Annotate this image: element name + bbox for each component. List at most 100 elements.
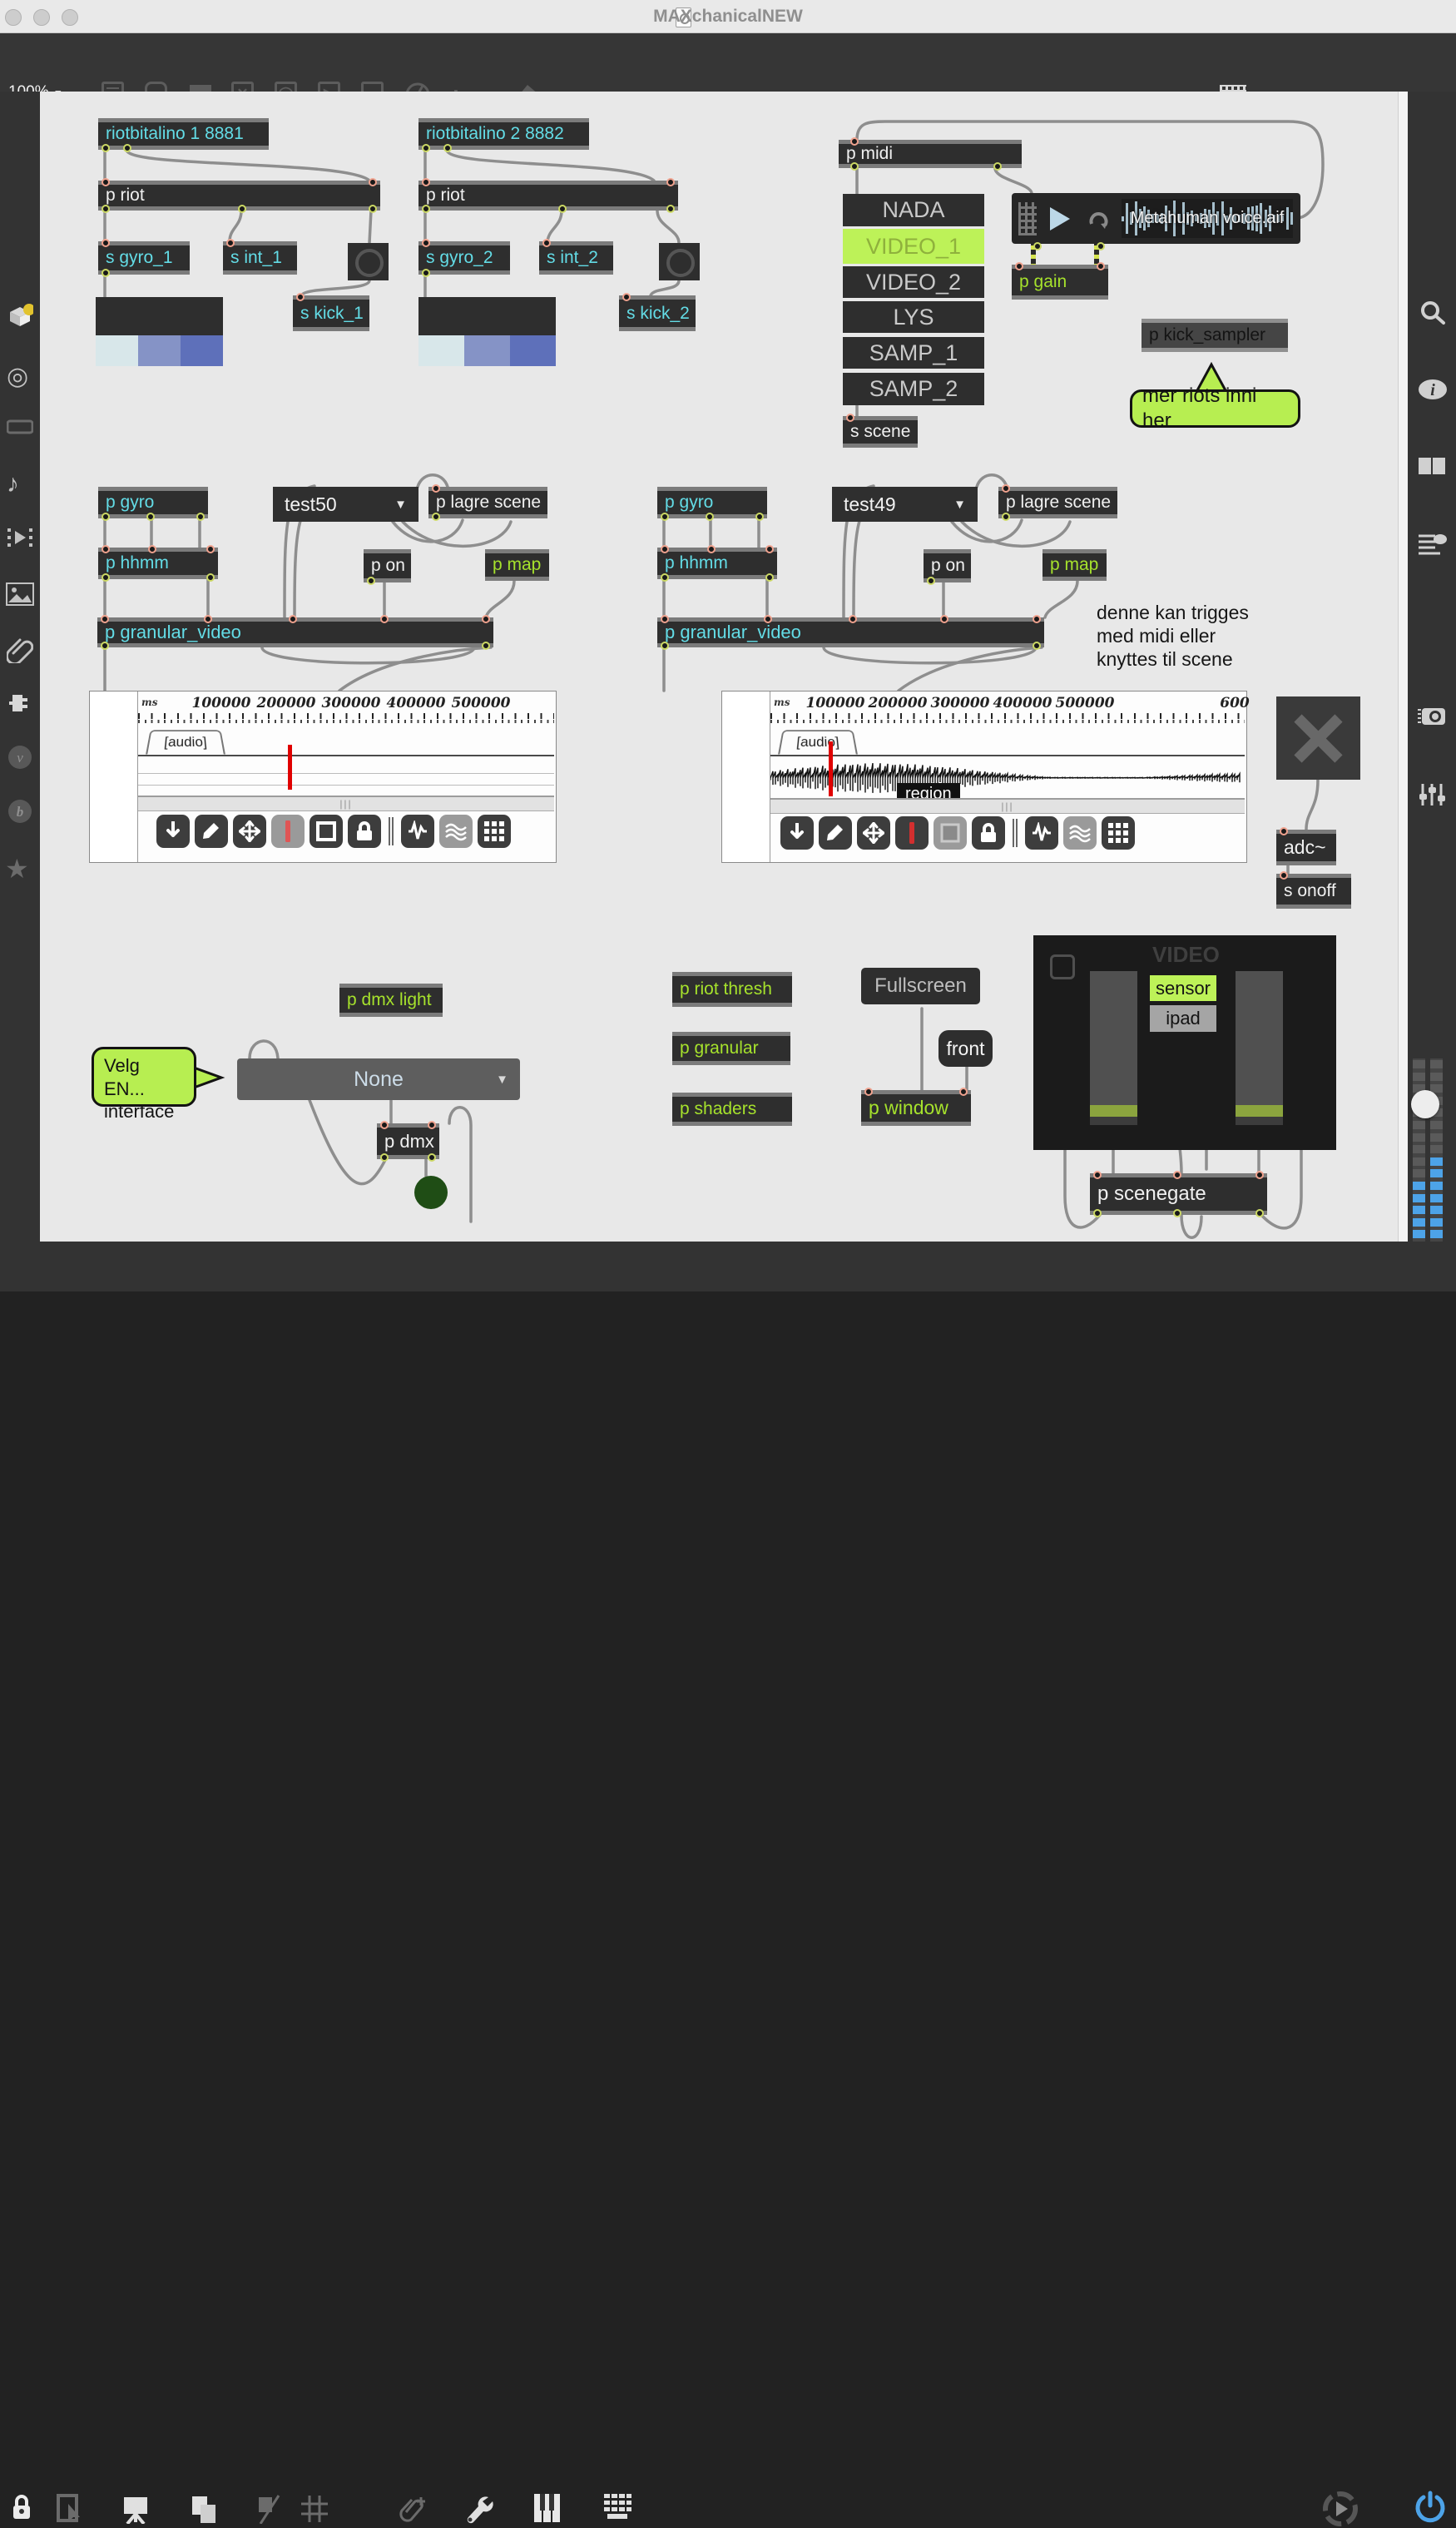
swatch-blue <box>510 335 556 366</box>
object-s-gyro-1[interactable]: s gyro_1 <box>98 241 190 275</box>
piano-icon[interactable] <box>532 2492 561 2524</box>
loop-play-icon[interactable] <box>1321 2490 1359 2528</box>
object-p-gyro-left[interactable]: p gyro <box>98 487 208 518</box>
power-icon[interactable] <box>1413 2490 1448 2525</box>
object-p-on-right[interactable]: p on <box>924 549 971 582</box>
timeline-scrollbar[interactable]: ||| <box>138 796 554 811</box>
lock-tool-icon[interactable] <box>348 815 381 848</box>
object-p-lagre-scene-right[interactable]: p lagre scene <box>998 487 1117 518</box>
attach-icon[interactable] <box>398 2494 428 2524</box>
object-p-hhmm-left[interactable]: p hhmm <box>98 548 218 579</box>
timeline-scrollbar[interactable]: ||| <box>770 798 1245 814</box>
lock-tool-icon[interactable] <box>972 816 1005 850</box>
preset-menu-left[interactable]: test50▼ <box>273 487 418 522</box>
dmx-status-led[interactable] <box>414 1176 448 1209</box>
object-p-dmx-light[interactable]: p dmx light <box>339 984 443 1017</box>
tab-sensor[interactable]: sensor <box>1150 975 1216 1001</box>
object-riotbitalino-2[interactable]: riotbitalino 2 8882 <box>418 118 589 150</box>
object-p-scenegate[interactable]: p scenegate <box>1090 1173 1267 1215</box>
object-p-granular-video-right[interactable]: p granular_video <box>657 617 1044 647</box>
pencil-tool-icon[interactable] <box>195 815 228 848</box>
object-p-gyro-right[interactable]: p gyro <box>657 487 767 518</box>
object-p-lagre-scene-left[interactable]: p lagre scene <box>428 487 547 518</box>
dmx-interface-menu[interactable]: None▼ <box>237 1058 520 1100</box>
cursor-tool-icon[interactable] <box>156 815 190 848</box>
object-riotbitalino-1[interactable]: riotbitalino 1 8881 <box>98 118 269 150</box>
object-p-shaders[interactable]: p shaders <box>672 1093 792 1126</box>
grid-tool-icon[interactable] <box>478 815 511 848</box>
grid-icon[interactable] <box>300 2494 329 2524</box>
toggle-box[interactable] <box>1276 696 1360 780</box>
bang-button-2[interactable] <box>659 243 700 280</box>
object-p-gain[interactable]: p gain <box>1012 265 1108 300</box>
grid-tool-icon[interactable] <box>1102 816 1135 850</box>
track-tab[interactable]: [audio] <box>146 730 225 754</box>
waveform-tool-icon[interactable] <box>1025 816 1058 850</box>
keypad-icon[interactable] <box>601 2492 632 2524</box>
flag-icon[interactable] <box>254 2494 284 2524</box>
object-p-map-left[interactable]: p map <box>485 549 549 581</box>
marker-tool-icon[interactable] <box>895 816 929 850</box>
video-slider-left[interactable] <box>1090 971 1137 1125</box>
scene-item-nada[interactable]: NADA <box>843 194 984 226</box>
tab-ipad[interactable]: ipad <box>1150 1005 1216 1032</box>
object-s-scene[interactable]: s scene <box>843 416 918 448</box>
select-icon[interactable] <box>57 2494 85 2524</box>
play-icon[interactable] <box>1045 205 1073 233</box>
move-tool-icon[interactable] <box>233 815 266 848</box>
playhead[interactable] <box>829 741 833 796</box>
object-p-kick-sampler[interactable]: p kick_sampler <box>1142 319 1288 352</box>
object-p-granular-video-left[interactable]: p granular_video <box>97 617 493 647</box>
object-p-hhmm-right[interactable]: p hhmm <box>657 548 777 579</box>
playhead[interactable] <box>288 745 292 790</box>
audio-player[interactable]: Metahuman voice.aif <box>1012 193 1300 244</box>
timeline-track-header <box>90 691 138 862</box>
presentation-icon[interactable] <box>121 2494 151 2524</box>
scene-item-video1-selected[interactable]: VIDEO_1 <box>843 229 984 264</box>
scene-item-samp2[interactable]: SAMP_2 <box>843 373 984 405</box>
scene-item-lys[interactable]: LYS <box>843 301 984 333</box>
object-s-kick-1[interactable]: s kick_1 <box>293 295 369 331</box>
timeline-panel-right[interactable]: ms 100000 200000 300000 400000 500000 60… <box>721 691 1247 863</box>
object-p-riot-thresh[interactable]: p riot thresh <box>672 972 792 1007</box>
waveform-thumbnail[interactable]: Metahuman voice.aif <box>1122 199 1293 238</box>
pencil-tool-icon[interactable] <box>819 816 852 850</box>
wrench-icon[interactable] <box>463 2492 493 2524</box>
object-s-onoff[interactable]: s onoff <box>1276 874 1351 909</box>
bang-button-1[interactable] <box>348 243 389 280</box>
object-p-midi[interactable]: p midi <box>839 140 1022 168</box>
track-tab[interactable]: [audio] <box>778 730 858 754</box>
scribble-tool-icon[interactable] <box>1063 816 1097 850</box>
message-front[interactable]: front <box>938 1030 993 1067</box>
cursor-tool-icon[interactable] <box>780 816 814 850</box>
region-tool-icon[interactable] <box>310 815 343 848</box>
region-tool-icon[interactable] <box>934 816 967 850</box>
duplicate-icon[interactable] <box>190 2494 218 2524</box>
object-p-riot-1[interactable]: p riot <box>98 181 380 211</box>
marker-tool-icon[interactable] <box>271 815 305 848</box>
preset-menu-right[interactable]: test49▼ <box>832 487 978 522</box>
loop-icon[interactable] <box>1085 206 1112 232</box>
video-checkbox[interactable] <box>1050 954 1075 979</box>
lock-icon[interactable] <box>10 2494 33 2522</box>
scene-item-samp1[interactable]: SAMP_1 <box>843 337 984 369</box>
waveform-tool-icon[interactable] <box>401 815 434 848</box>
toolbar-separator <box>1013 819 1018 847</box>
scribble-tool-icon[interactable] <box>439 815 473 848</box>
object-p-granular[interactable]: p granular <box>672 1032 790 1065</box>
message-fullscreen[interactable]: Fullscreen <box>861 968 980 1004</box>
video-slider-right[interactable] <box>1236 971 1283 1125</box>
scene-item-video2[interactable]: VIDEO_2 <box>843 266 984 298</box>
object-p-riot-2[interactable]: p riot <box>418 181 678 211</box>
object-adc[interactable]: adc~ <box>1276 830 1336 865</box>
object-p-dmx[interactable]: p dmx <box>377 1123 439 1159</box>
object-p-map-right[interactable]: p map <box>1042 549 1107 581</box>
object-p-on-left[interactable]: p on <box>364 549 411 582</box>
move-tool-icon[interactable] <box>857 816 890 850</box>
object-s-int-2[interactable]: s int_2 <box>539 241 613 275</box>
timeline-panel-left[interactable]: ms 100000 200000 300000 400000 500000 [a… <box>89 691 557 863</box>
object-s-int-1[interactable]: s int_1 <box>223 241 297 275</box>
object-p-window[interactable]: p window <box>861 1090 971 1126</box>
object-s-gyro-2[interactable]: s gyro_2 <box>418 241 510 275</box>
object-s-kick-2[interactable]: s kick_2 <box>619 295 696 331</box>
